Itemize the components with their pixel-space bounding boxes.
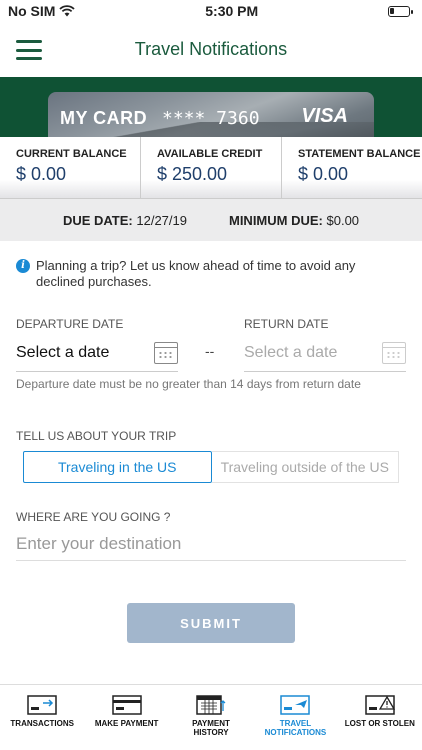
trip-type-label: TELL US ABOUT YOUR TRIP: [16, 429, 177, 443]
battery-icon: [388, 5, 413, 17]
minimum-due-label: MINIMUM DUE:: [228, 212, 323, 228]
available-credit-label: AVAILABLE CREDIT: [157, 148, 263, 160]
travel-notifications-icon: [280, 695, 311, 715]
balances-summary: CURRENT BALANCE $ 0.00 AVAILABLE CREDIT …: [0, 137, 422, 199]
minimum-due: MINIMUM DUE: $0.00: [229, 213, 359, 228]
return-date-placeholder: Select a date: [244, 343, 338, 361]
transactions-icon: [27, 695, 57, 715]
hamburger-menu-icon[interactable]: [16, 40, 42, 60]
calendar-icon: [154, 341, 178, 364]
info-message: i Planning a trip? Let us know ahead of …: [16, 258, 406, 290]
available-credit-value: $ 250.00: [157, 164, 228, 184]
current-balance: CURRENT BALANCE $ 0.00: [0, 137, 141, 198]
return-date-label: RETURN DATE: [244, 317, 329, 331]
due-info-row: DUE DATE: 12/27/19 MINIMUM DUE: $0.00: [0, 199, 422, 241]
destination-label: WHERE ARE YOU GOING ?: [16, 510, 171, 524]
current-balance-label: CURRENT BALANCE: [16, 148, 127, 160]
destination-input[interactable]: Enter your destination: [16, 527, 406, 561]
tab-travel-notifications-label: TRAVEL NOTIFICATIONS: [264, 719, 327, 737]
tab-lost-or-stolen-label: LOST OR STOLEN: [344, 719, 415, 728]
calendar-icon: [382, 341, 406, 364]
traveling-in-us-option[interactable]: Traveling in the US: [23, 451, 212, 483]
payment-history-icon: [196, 695, 226, 715]
tab-transactions-label: TRANSACTIONS: [10, 719, 74, 728]
due-date-value: 12/27/19: [136, 212, 187, 228]
card-number: **** 7360: [162, 108, 260, 129]
info-text: Planning a trip? Let us know ahead of ti…: [36, 258, 356, 289]
credit-card-image: MY CARD **** 7360 VISA: [48, 92, 374, 137]
info-icon: i: [16, 259, 30, 273]
visa-logo: VISA: [301, 105, 348, 127]
minimum-due-value: $0.00: [326, 212, 360, 228]
due-date: DUE DATE: 12/27/19: [63, 213, 187, 228]
card-name: MY CARD: [60, 108, 148, 128]
traveling-outside-us-option[interactable]: Traveling outside of the US: [211, 451, 399, 483]
tab-travel-notifications[interactable]: TRAVEL NOTIFICATIONS: [253, 685, 337, 750]
tab-make-payment-label: MAKE PAYMENT: [94, 719, 159, 728]
tab-payment-history-label: PAYMENT HISTORY: [192, 719, 230, 737]
current-balance-value: $ 0.00: [16, 164, 67, 184]
statement-balance-label: STATEMENT BALANCE: [298, 148, 421, 160]
lost-or-stolen-icon: [365, 695, 395, 715]
departure-date-label: DEPARTURE DATE: [16, 317, 124, 331]
departure-date-value: Select a date: [16, 343, 110, 361]
app-header: Travel Notifications: [0, 22, 422, 77]
make-payment-icon: [111, 695, 142, 715]
status-left: No SIM: [8, 3, 76, 19]
trip-type-toggle: Traveling in the US Traveling outside of…: [23, 451, 399, 483]
status-bar: No SIM 5:30 PM: [0, 0, 422, 22]
due-date-label: DUE DATE:: [62, 212, 133, 228]
page-title: Travel Notifications: [134, 39, 288, 59]
wifi-icon: [59, 5, 76, 17]
clock: 5:30 PM: [205, 3, 259, 19]
date-hint: Departure date must be no greater than 1…: [16, 377, 361, 391]
date-separator: --: [205, 343, 215, 359]
tab-make-payment[interactable]: MAKE PAYMENT: [84, 685, 168, 750]
submit-button[interactable]: SUBMIT: [127, 603, 295, 643]
tab-transactions[interactable]: TRANSACTIONS: [0, 685, 84, 750]
available-credit: AVAILABLE CREDIT $ 250.00: [141, 137, 282, 198]
statement-balance: STATEMENT BALANCE $ 0.00: [282, 137, 422, 198]
tab-lost-or-stolen[interactable]: LOST OR STOLEN: [338, 685, 422, 750]
departure-date-field[interactable]: Select a date: [16, 334, 178, 372]
bottom-tab-bar: TRANSACTIONS MAKE PAYMENT PAYMENT HISTOR…: [0, 684, 422, 750]
card-banner: MY CARD **** 7360 VISA: [0, 77, 422, 137]
tab-payment-history[interactable]: PAYMENT HISTORY: [169, 685, 253, 750]
return-date-field[interactable]: Select a date: [244, 334, 406, 372]
carrier-label: No SIM: [8, 3, 56, 19]
statement-balance-value: $ 0.00: [298, 164, 349, 184]
